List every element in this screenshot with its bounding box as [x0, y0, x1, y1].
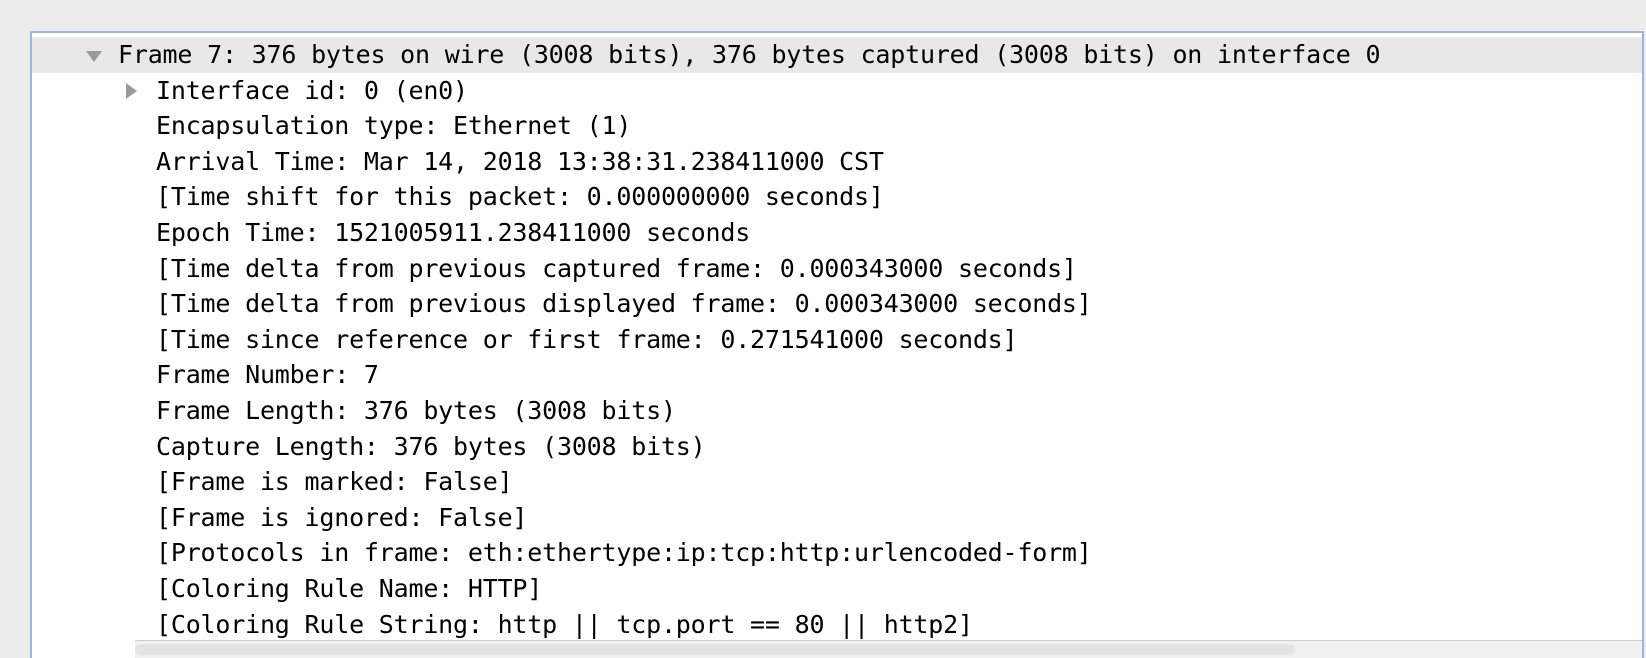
horizontal-scrollbar[interactable] [135, 640, 1642, 658]
tree-row-label: [Protocols in frame: eth:ethertype:ip:tc… [156, 538, 1092, 568]
tree-row-label: [Time delta from previous captured frame… [156, 253, 1077, 283]
tree-row[interactable]: Frame 7: 376 bytes on wire (3008 bits), … [32, 37, 1642, 73]
triangle-right-icon[interactable] [126, 82, 137, 99]
window-background-top [0, 0, 1646, 31]
tree-row-label: [Time shift for this packet: 0.000000000… [156, 182, 884, 212]
tree-row[interactable]: [Time delta from previous captured frame… [32, 251, 1642, 287]
tree-row[interactable]: Capture Length: 376 bytes (3008 bits) [32, 429, 1642, 465]
tree-row[interactable]: [Coloring Rule String: http || tcp.port … [32, 607, 1642, 643]
tree-row-label: [Coloring Rule Name: HTTP] [156, 573, 543, 603]
tree-row-label: Epoch Time: 1521005911.238411000 seconds [156, 217, 751, 247]
tree-row-label: [Frame is ignored: False] [156, 502, 528, 532]
tree-row-label: Capture Length: 376 bytes (3008 bits) [156, 431, 706, 461]
tree-row[interactable]: Frame Length: 376 bytes (3008 bits) [32, 393, 1642, 429]
horizontal-scrollbar-thumb[interactable] [135, 644, 1295, 655]
tree-row[interactable]: [Frame is marked: False] [32, 464, 1642, 500]
tree-row-label: [Frame is marked: False] [156, 467, 513, 497]
window-background-left [0, 0, 30, 658]
tree-row-label: [Time delta from previous displayed fram… [156, 289, 1092, 319]
tree-row[interactable]: [Time since reference or first frame: 0.… [32, 322, 1642, 358]
tree-row[interactable]: Frame Number: 7 [32, 357, 1642, 393]
tree-row[interactable]: [Frame is ignored: False] [32, 500, 1642, 536]
tree-row-label: Encapsulation type: Ethernet (1) [156, 111, 632, 141]
tree-row-label: Interface id: 0 (en0) [156, 75, 468, 105]
packet-detail-tree[interactable]: Frame 7: 376 bytes on wire (3008 bits), … [32, 33, 1642, 642]
tree-row-label: [Time since reference or first frame: 0.… [156, 324, 1018, 354]
tree-row[interactable]: Encapsulation type: Ethernet (1) [32, 108, 1642, 144]
tree-row-label: Arrival Time: Mar 14, 2018 13:38:31.2384… [156, 146, 884, 176]
tree-row[interactable]: Interface id: 0 (en0) [32, 73, 1642, 109]
packet-details-pane[interactable]: Frame 7: 376 bytes on wire (3008 bits), … [30, 31, 1644, 658]
triangle-down-icon[interactable] [86, 51, 102, 62]
tree-row-label: Frame Length: 376 bytes (3008 bits) [156, 395, 676, 425]
tree-row[interactable]: [Protocols in frame: eth:ethertype:ip:tc… [32, 535, 1642, 571]
tree-row[interactable]: Epoch Time: 1521005911.238411000 seconds [32, 215, 1642, 251]
tree-row[interactable]: Arrival Time: Mar 14, 2018 13:38:31.2384… [32, 144, 1642, 180]
tree-row[interactable]: [Coloring Rule Name: HTTP] [32, 571, 1642, 607]
tree-row[interactable]: [Time shift for this packet: 0.000000000… [32, 179, 1642, 215]
tree-row[interactable]: [Time delta from previous displayed fram… [32, 286, 1642, 322]
tree-row-label: [Coloring Rule String: http || tcp.port … [156, 609, 973, 639]
tree-row-label: Frame Number: 7 [156, 360, 379, 390]
tree-row-label: Frame 7: 376 bytes on wire (3008 bits), … [118, 40, 1381, 69]
